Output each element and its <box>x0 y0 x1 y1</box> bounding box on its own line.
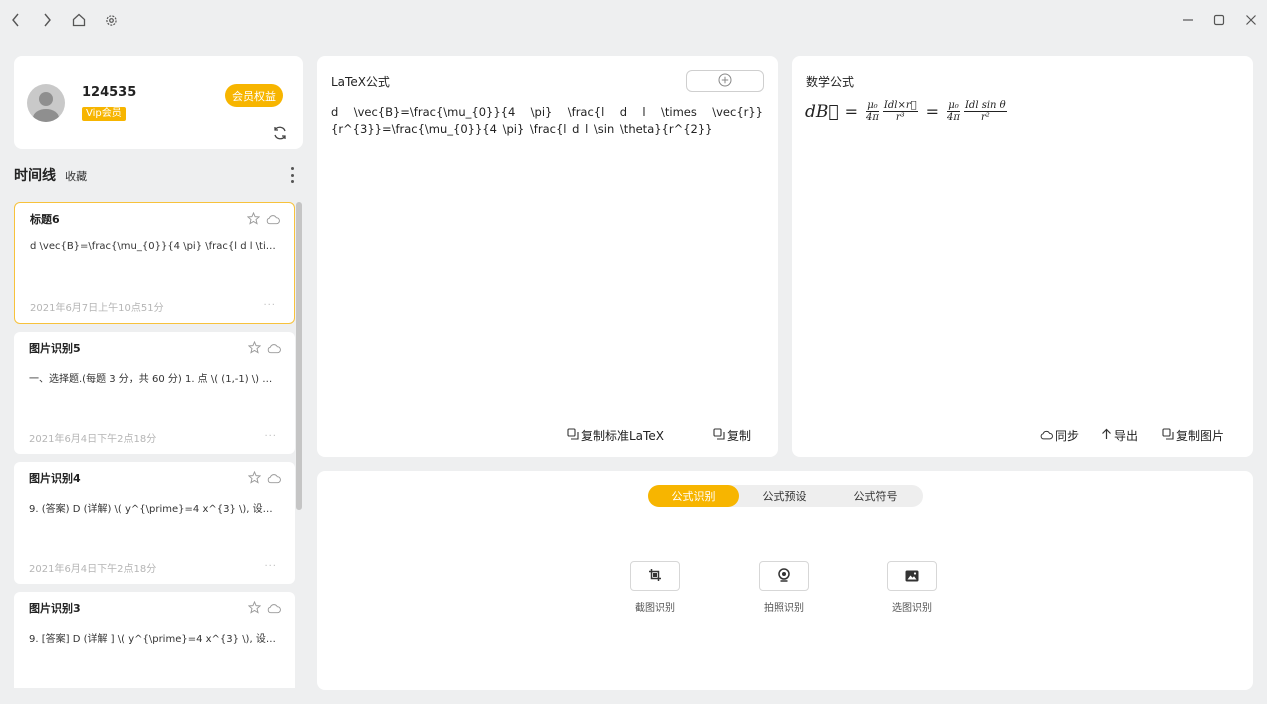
minimize-icon[interactable] <box>1178 10 1198 30</box>
note-preview: 一、选择题.(每题 3 分，共 60 分) 1. 点 \( (1,-1) \) … <box>29 374 281 385</box>
latex-panel: LaTeX公式 d \vec{B}=\frac{\mu_{0}}{4 \pi} … <box>317 56 778 457</box>
export-label: 导出 <box>1114 429 1139 443</box>
note-title: 标题6 <box>30 213 60 226</box>
note-title: 图片识别5 <box>29 342 81 355</box>
note-more-icon[interactable]: ··· <box>263 300 276 311</box>
recognition-tabs: 公式识别 公式预设 公式符号 <box>648 485 923 507</box>
note-date: 2021年6月4日下午2点18分 <box>29 564 157 575</box>
formula-term: μ₀ <box>866 100 879 112</box>
formula-term: Idl sin θ <box>963 100 1007 112</box>
copy-standard-latex-button[interactable]: 复制标准LaTeX <box>567 427 664 444</box>
note-more-icon[interactable]: ··· <box>264 431 277 442</box>
cloud-icon[interactable] <box>267 469 281 488</box>
vip-badge: Vip会员 <box>82 107 126 121</box>
latex-editor[interactable]: d \vec{B}=\frac{\mu_{0}}{4 \pi} \frac{l … <box>331 104 763 138</box>
image-icon <box>905 567 919 586</box>
list-item[interactable]: 标题6 d \vec{B}=\frac{\mu_{0}}{4 \pi} \fra… <box>14 202 295 324</box>
copy-image-button[interactable]: 复制图片 <box>1162 427 1224 444</box>
camera-icon <box>777 567 791 586</box>
formula-term: Idl×r⃗ <box>882 100 918 112</box>
cloud-icon[interactable] <box>267 599 281 618</box>
image-recognition-button[interactable]: 选图识别 <box>872 561 952 614</box>
crop-icon <box>648 567 662 586</box>
formula-term: r² <box>980 112 990 123</box>
note-title: 图片识别4 <box>29 472 81 485</box>
tab-favorites[interactable]: 收藏 <box>65 170 87 183</box>
math-panel: 数学公式 dB⃗ = μ₀ 4π Idl×r⃗ r³ = μ₀ 4π Idl sin … <box>792 56 1253 457</box>
forward-icon[interactable] <box>37 10 57 30</box>
note-preview: 9. [答案] D (详解 ] \( y^{\prime}=4 x^{3} \)… <box>29 634 281 645</box>
close-icon[interactable] <box>1241 10 1261 30</box>
star-icon[interactable] <box>247 339 262 358</box>
note-date: 2021年6月7日上午10点51分 <box>30 303 164 314</box>
copy-label: 复制 <box>727 429 752 443</box>
add-button[interactable] <box>686 70 764 92</box>
copy-icon <box>567 428 579 443</box>
note-date: 2021年6月4日下午2点18分 <box>29 434 157 445</box>
maximize-icon[interactable] <box>1209 10 1229 30</box>
copy-standard-latex-label: 复制标准LaTeX <box>581 429 664 443</box>
cloud-icon <box>1040 429 1053 443</box>
profile-card: 124535 Vip会员 会员权益 <box>14 56 303 149</box>
cloud-icon[interactable] <box>267 339 281 358</box>
formula-term: 4π <box>947 112 960 123</box>
sync-label: 同步 <box>1055 429 1080 443</box>
star-icon[interactable] <box>246 210 261 229</box>
note-title: 图片识别3 <box>29 602 81 615</box>
list-item[interactable]: 图片识别5 一、选择题.(每题 3 分，共 60 分) 1. 点 \( (1,-… <box>14 332 295 454</box>
recognition-panel: 公式识别 公式预设 公式符号 截图识别 拍照识别 选图识别 <box>317 471 1253 690</box>
home-icon[interactable] <box>69 10 89 30</box>
scrollbar-thumb[interactable] <box>296 202 302 510</box>
tab-formula-recognition[interactable]: 公式识别 <box>648 485 739 507</box>
title-bar <box>0 0 1267 42</box>
formula-term: μ₀ <box>947 100 960 112</box>
image-recognition-label: 选图识别 <box>892 603 932 614</box>
username: 124535 <box>82 85 137 100</box>
screenshot-recognition-label: 截图识别 <box>635 603 675 614</box>
plus-circle-icon <box>718 72 732 91</box>
tab-formula-presets[interactable]: 公式预设 <box>739 485 830 507</box>
copy-icon <box>1162 428 1174 443</box>
note-preview: 9. (答案) D (详解) \( y^{\prime}=4 x^{3} \),… <box>29 504 281 515</box>
member-perks-button[interactable]: 会员权益 <box>225 84 283 107</box>
tab-timeline[interactable]: 时间线 <box>14 168 56 184</box>
formula-equals: = <box>925 102 940 121</box>
formula-lhs: dB⃗ <box>805 101 839 122</box>
gear-icon[interactable] <box>101 10 121 30</box>
refresh-icon[interactable] <box>272 125 288 141</box>
copy-image-label: 复制图片 <box>1176 429 1225 443</box>
note-preview: d \vec{B}=\frac{\mu_{0}}{4 \pi} \frac{l … <box>30 241 282 252</box>
timeline-header: 时间线 收藏 <box>14 165 87 185</box>
photo-recognition-button[interactable]: 拍照识别 <box>744 561 824 614</box>
note-more-icon[interactable]: ··· <box>264 561 277 572</box>
more-options-icon[interactable] <box>286 166 298 184</box>
star-icon[interactable] <box>247 469 262 488</box>
list-item[interactable]: 图片识别3 9. [答案] D (详解 ] \( y^{\prime}=4 x^… <box>14 592 295 688</box>
formula-term: 4π <box>865 112 879 123</box>
export-button[interactable]: 导出 <box>1101 427 1138 444</box>
photo-recognition-label: 拍照识别 <box>764 603 804 614</box>
screenshot-recognition-button[interactable]: 截图识别 <box>615 561 695 614</box>
star-icon[interactable] <box>247 599 262 618</box>
sync-button[interactable]: 同步 <box>1040 427 1079 444</box>
back-icon[interactable] <box>6 10 26 30</box>
cloud-icon[interactable] <box>266 210 280 229</box>
math-panel-title: 数学公式 <box>806 75 855 89</box>
latex-panel-title: LaTeX公式 <box>331 75 390 89</box>
formula-equals: = <box>844 102 858 121</box>
rendered-formula: dB⃗ = μ₀ 4π Idl×r⃗ r³ = μ₀ 4π Idl sin θ r² <box>805 100 1009 123</box>
avatar[interactable] <box>27 84 65 122</box>
copy-button[interactable]: 复制 <box>713 427 751 444</box>
formula-term: r³ <box>895 112 905 123</box>
arrow-up-icon <box>1101 428 1112 443</box>
list-item[interactable]: 图片识别4 9. (答案) D (详解) \( y^{\prime}=4 x^{… <box>14 462 295 584</box>
copy-icon <box>713 428 725 443</box>
tab-formula-symbols[interactable]: 公式符号 <box>830 485 921 507</box>
